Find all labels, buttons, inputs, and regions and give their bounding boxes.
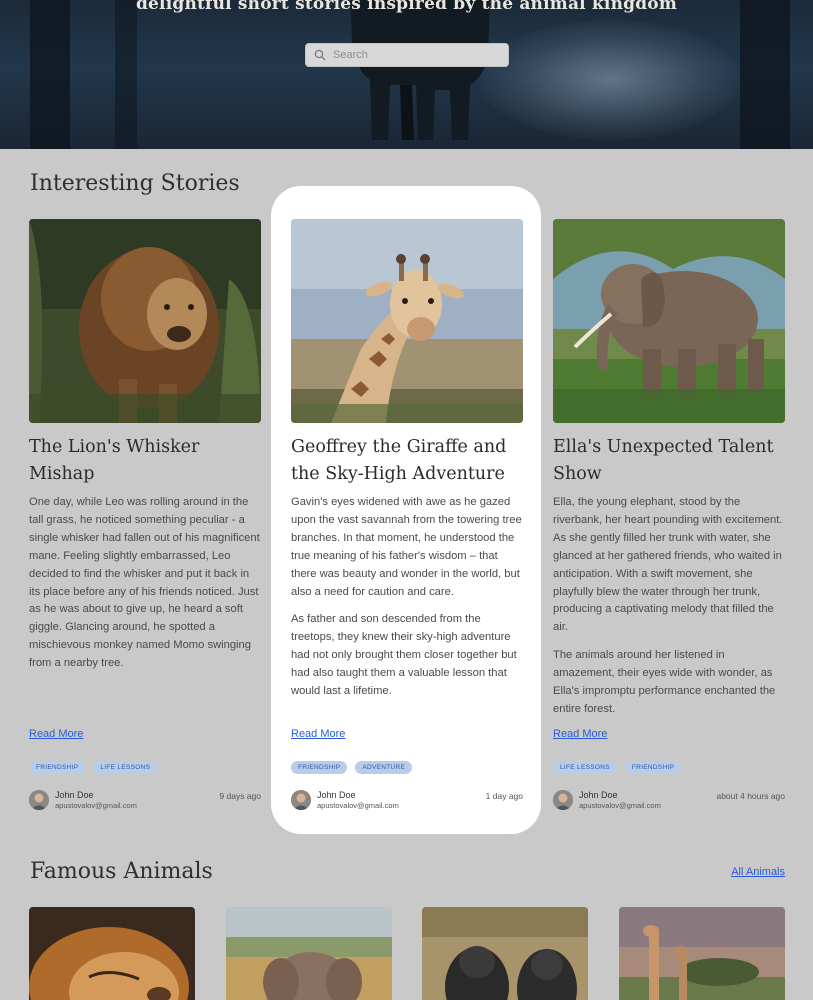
avatar (291, 790, 311, 810)
story-excerpt: As father and son descended from the tre… (291, 613, 517, 698)
story-excerpt: One day, while Leo was rolling around in… (29, 496, 260, 670)
post-time: 9 days ago (219, 791, 261, 801)
author-row: John Doe apustovalov@gmail.com about 4 h… (553, 790, 785, 810)
author-email: apustovalov@gmail.com (579, 801, 661, 810)
tag[interactable]: FRIENDSHIP (291, 761, 348, 774)
animals-section-title: Famous Animals (30, 859, 213, 884)
giraffe-photo[interactable] (619, 907, 785, 1000)
tag[interactable]: FRIENDSHIP (624, 761, 682, 774)
hero-tree (30, 0, 70, 149)
search-input[interactable] (333, 49, 503, 61)
story-excerpt: Ella, the young elephant, stood by the r… (553, 496, 783, 634)
avatar (29, 790, 49, 810)
elephant-photo[interactable] (226, 907, 392, 1000)
lion-face-photo[interactable] (29, 907, 195, 1000)
author-name: John Doe (317, 790, 356, 800)
read-more-link[interactable]: Read More (29, 728, 83, 740)
lion-photo[interactable] (29, 219, 261, 423)
read-more-link[interactable]: Read More (291, 728, 345, 740)
search-bar[interactable] (305, 43, 509, 67)
all-animals-link[interactable]: All Animals (731, 866, 785, 878)
tag[interactable]: FRIENDSHIP (29, 761, 86, 774)
hero-tree (740, 0, 790, 149)
stories-section-title: Interesting Stories (30, 171, 240, 196)
hero-tree (115, 0, 137, 149)
story-card: Ella's Unexpected Talent Show Ella, the … (553, 219, 785, 819)
author-email: apustovalov@gmail.com (317, 801, 399, 810)
story-title[interactable]: Geoffrey the Giraffe and the Sky-High Ad… (291, 434, 523, 488)
author-row: John Doe apustovalov@gmail.com 9 days ag… (29, 790, 261, 810)
story-excerpt: The animals around her listened in amaze… (553, 649, 776, 715)
hero-tagline: delightful short stories inspired by the… (135, 0, 678, 14)
avatar (553, 790, 573, 810)
elephant-photo[interactable] (553, 219, 785, 423)
tag[interactable]: LIFE LESSONS (93, 761, 158, 774)
search-icon (314, 49, 326, 61)
gorilla-photo[interactable] (422, 907, 588, 1000)
story-card: Geoffrey the Giraffe and the Sky-High Ad… (291, 219, 523, 819)
post-time: 1 day ago (485, 791, 523, 801)
story-title[interactable]: The Lion's Whisker Mishap (29, 434, 261, 488)
author-row: John Doe apustovalov@gmail.com 1 day ago (291, 790, 523, 810)
read-more-link[interactable]: Read More (553, 728, 607, 740)
author-name: John Doe (579, 790, 618, 800)
story-card: The Lion's Whisker Mishap One day, while… (29, 219, 261, 819)
hero-elephant-image (350, 0, 490, 140)
tag[interactable]: ADVENTURE (355, 761, 413, 774)
tag-list: LIFE LESSONS FRIENDSHIP (553, 761, 682, 774)
hero-mist (480, 20, 740, 140)
giraffe-photo[interactable] (291, 219, 523, 423)
story-title[interactable]: Ella's Unexpected Talent Show (553, 434, 785, 488)
tag-list: FRIENDSHIP ADVENTURE (291, 761, 413, 774)
author-email: apustovalov@gmail.com (55, 801, 137, 810)
story-excerpt: Gavin's eyes widened with awe as he gaze… (291, 496, 522, 598)
hero-banner: delightful short stories inspired by the… (0, 0, 813, 149)
post-time: about 4 hours ago (716, 791, 785, 801)
author-name: John Doe (55, 790, 94, 800)
tag[interactable]: LIFE LESSONS (553, 761, 617, 774)
tag-list: FRIENDSHIP LIFE LESSONS (29, 761, 158, 774)
